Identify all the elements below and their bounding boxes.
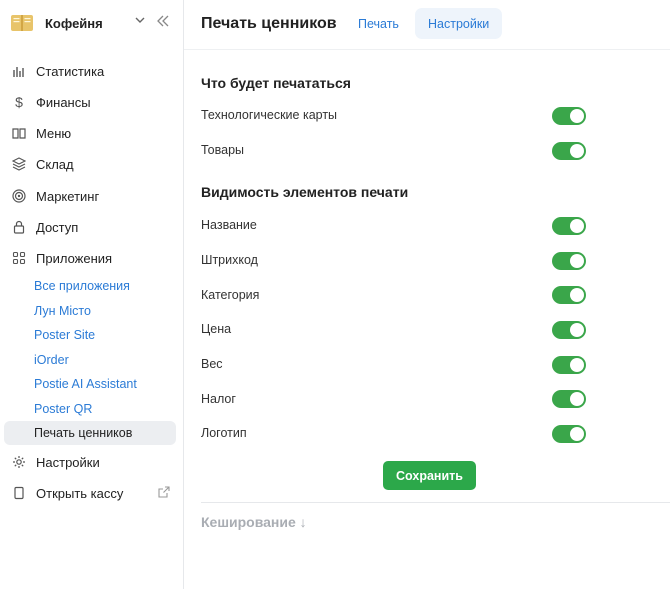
row-label-price: Цена — [201, 322, 232, 336]
external-link-icon[interactable] — [158, 486, 170, 498]
toggle-tax[interactable] — [552, 390, 586, 408]
row-label-tax: Налог — [201, 392, 236, 406]
row-label-name: Название — [201, 218, 257, 232]
row-label-category: Категория — [201, 288, 260, 302]
sidebar-item-settings[interactable]: Настройки — [4, 449, 176, 475]
sidebar-app-poster-qr[interactable]: Poster QR — [4, 397, 176, 421]
sidebar-item-access[interactable]: Доступ — [4, 214, 176, 240]
tablet-icon — [14, 486, 24, 500]
divider — [201, 502, 670, 503]
sidebar-item-label: Меню — [36, 125, 72, 141]
sidebar-item-label: Маркетинг — [36, 188, 100, 204]
bar-chart-icon — [13, 67, 24, 77]
sidebar-app-iorder[interactable]: iOrder — [4, 348, 176, 372]
sidebar-item-statistics[interactable]: Статистика — [4, 58, 176, 84]
toggle-tech-cards[interactable] — [552, 107, 586, 125]
sidebar-app-all[interactable]: Все приложения — [4, 274, 176, 298]
row-label-products: Товары — [201, 143, 244, 157]
sidebar-item-marketing[interactable]: Маркетинг — [4, 183, 176, 209]
row-label-logo: Логотип — [201, 426, 247, 440]
toggle-weight[interactable] — [552, 356, 586, 374]
sidebar-item-finances[interactable]: $ Финансы — [4, 89, 176, 115]
section-visibility-title: Видимость элементов печати — [201, 184, 409, 200]
chevron-down-icon[interactable] — [134, 14, 146, 26]
sidebar-app-price-tags[interactable]: Печать ценников — [4, 421, 176, 445]
page-title: Печать ценников — [201, 15, 337, 32]
sidebar-item-label: Склад — [36, 156, 74, 172]
toggle-barcode[interactable] — [552, 252, 586, 270]
open-book-icon — [12, 128, 26, 139]
brand-switcher[interactable]: Кофейня — [10, 10, 178, 36]
sidebar-app-lun-misto[interactable]: Лун Місто — [4, 299, 176, 323]
section-print-title: Что будет печататься — [201, 75, 351, 91]
sidebar-item-menu[interactable]: Меню — [4, 120, 176, 146]
sidebar-item-open-register[interactable]: Открыть кассу — [4, 480, 176, 506]
sidebar: Кофейня Статистика $ Финансы Меню Склад … — [0, 0, 184, 589]
toggle-products[interactable] — [552, 142, 586, 160]
tab-print[interactable]: Печать — [345, 8, 412, 39]
toggle-logo[interactable] — [552, 425, 586, 443]
grid-icon — [12, 251, 26, 265]
sidebar-item-warehouse[interactable]: Склад — [4, 151, 176, 177]
dollar-icon: $ — [15, 94, 23, 110]
sidebar-item-apps[interactable]: Приложения — [4, 245, 176, 271]
sidebar-app-poster-site[interactable]: Poster Site — [4, 323, 176, 347]
row-label-weight: Вес — [201, 357, 223, 371]
caching-section-toggle[interactable]: Кеширование ↓ — [201, 514, 307, 530]
sidebar-item-label: Доступ — [36, 219, 79, 235]
sidebar-item-label: Статистика — [36, 63, 105, 79]
tab-settings[interactable]: Настройки — [415, 8, 503, 39]
toggle-price[interactable] — [552, 321, 586, 339]
lock-icon — [13, 220, 25, 234]
toggle-name[interactable] — [552, 217, 586, 235]
book-logo-icon — [11, 15, 33, 31]
sidebar-app-postie-ai[interactable]: Postie AI Assistant — [4, 372, 176, 396]
target-icon — [12, 189, 26, 203]
sidebar-item-label: Финансы — [36, 94, 91, 110]
brand-name: Кофейня — [45, 15, 103, 31]
save-button[interactable]: Сохранить — [383, 461, 476, 490]
collapse-sidebar-icon[interactable] — [156, 14, 170, 28]
row-label-tech-cards: Технологические карты — [201, 108, 338, 122]
sidebar-item-label: Настройки — [36, 454, 100, 470]
page-header: Печать ценников Печать Настройки — [184, 0, 670, 50]
sidebar-item-label: Приложения — [36, 250, 113, 266]
layers-icon — [12, 157, 26, 171]
sidebar-item-label: Открыть кассу — [36, 485, 124, 501]
gear-icon — [13, 456, 25, 468]
row-label-barcode: Штрихкод — [201, 253, 258, 267]
toggle-category[interactable] — [552, 286, 586, 304]
